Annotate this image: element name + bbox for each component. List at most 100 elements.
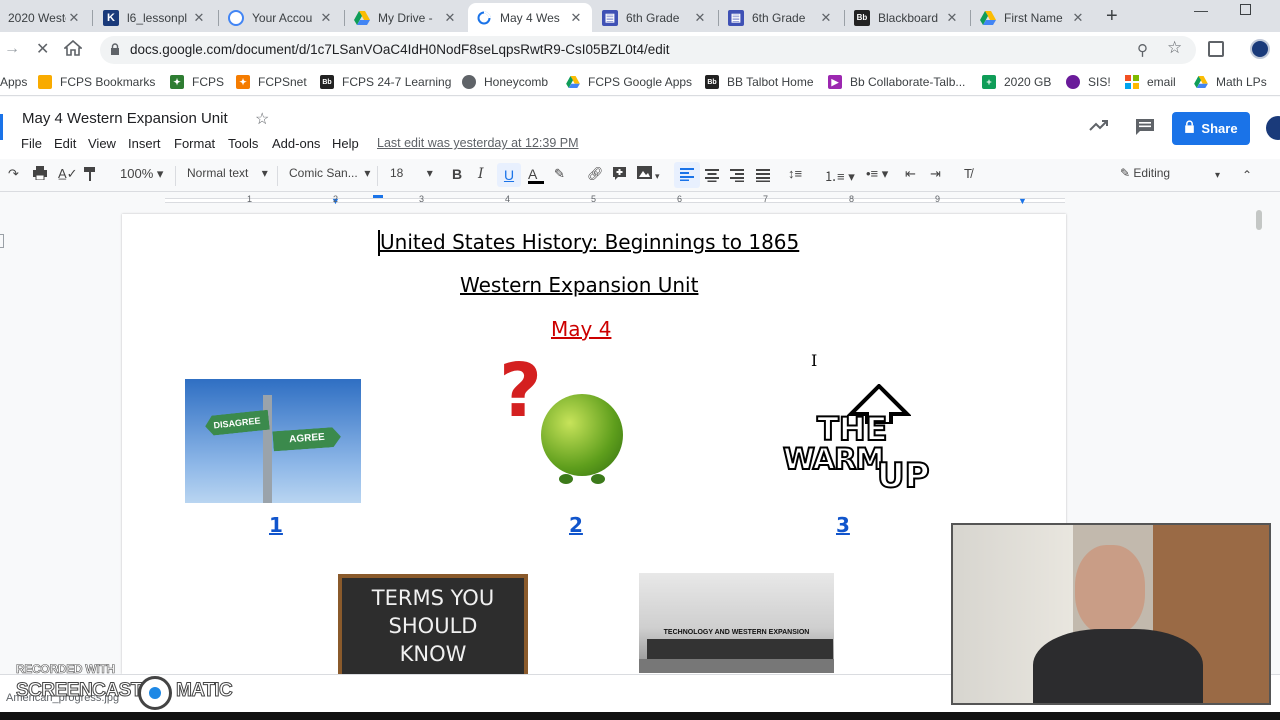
tab-9[interactable]: First Name ✕ (972, 3, 1094, 32)
close-icon[interactable]: ✕ (944, 10, 960, 26)
editing-mode-select[interactable]: ✎ Editing (1120, 166, 1170, 180)
tab-6[interactable]: ▤ 6th Grade ✕ (594, 3, 716, 32)
outline-toggle[interactable] (0, 234, 4, 248)
heading-date[interactable]: May 4 (551, 317, 611, 341)
comment-icon[interactable] (1135, 118, 1155, 139)
close-icon[interactable]: ✕ (66, 10, 82, 26)
close-icon[interactable]: ✕ (318, 10, 334, 26)
spellcheck-icon[interactable]: A̲✓ (58, 166, 78, 182)
bookmark-fcps-24-7[interactable]: Bb FCPS 24-7 Learning (320, 74, 451, 90)
chevron-down-icon[interactable]: ▾ (1215, 170, 1220, 181)
url-text[interactable]: docs.google.com/document/d/1c7LSanVOaC4I… (130, 42, 670, 57)
share-button[interactable]: Share (1172, 112, 1250, 145)
increase-indent-icon[interactable]: ⇥ (930, 166, 941, 182)
justify-icon[interactable] (756, 169, 770, 185)
bookmark-fcps-bookmarks[interactable]: FCPS Bookmarks (38, 74, 155, 90)
clear-formatting-icon[interactable]: T̸ (964, 166, 972, 181)
close-icon[interactable]: ✕ (1070, 10, 1086, 26)
underline-icon[interactable]: U (497, 163, 521, 187)
close-icon[interactable]: ✕ (568, 10, 584, 26)
text-color-icon[interactable]: A (528, 166, 544, 184)
minimize-icon[interactable]: — (1194, 2, 1208, 18)
redo-icon[interactable]: ↷ (8, 166, 19, 182)
tab-1[interactable]: 2020 Weste ✕ (0, 3, 90, 32)
lock-icon[interactable] (110, 43, 120, 59)
close-icon[interactable]: ✕ (692, 10, 708, 26)
last-edit-link[interactable]: Last edit was yesterday at 12:39 PM (377, 136, 579, 150)
close-icon[interactable]: ✕ (818, 10, 834, 26)
bookmark-email[interactable]: email (1125, 74, 1176, 90)
paint-format-icon[interactable] (83, 166, 97, 185)
menu-add-ons[interactable]: Add-ons (272, 136, 320, 151)
close-icon[interactable]: ✕ (442, 10, 458, 26)
tab-2[interactable]: K l6_lessonpl ✕ (95, 3, 215, 32)
bookmark-math-lps[interactable]: Math LPs (1194, 74, 1267, 90)
bulleted-list-icon[interactable]: •≡ ▾ (866, 166, 888, 182)
home-icon[interactable] (62, 39, 84, 59)
menu-format[interactable]: Format (174, 136, 215, 151)
close-icon[interactable]: ✕ (191, 10, 207, 26)
menu-tools[interactable]: Tools (228, 136, 258, 151)
bookmark-bb-talbot[interactable]: Bb BB Talbot Home (705, 74, 814, 90)
new-tab-button[interactable]: + (1106, 5, 1118, 28)
tab-7[interactable]: ▤ 6th Grade ✕ (720, 3, 842, 32)
bookmark-2020-gb[interactable]: +2020 GB (982, 74, 1051, 90)
tab-8[interactable]: Bb Blackboard ✕ (846, 3, 968, 32)
bookmark-bb-collaborate[interactable]: ▶ Bb Collaborate-Talb... (828, 74, 965, 90)
menu-edit[interactable]: Edit (54, 136, 76, 151)
menu-insert[interactable]: Insert (128, 136, 161, 151)
bookmark-sis[interactable]: SIS! (1066, 74, 1111, 90)
bold-icon[interactable]: B (452, 166, 462, 182)
tab-5-active[interactable]: May 4 Wes ✕ (468, 3, 592, 32)
technology-train-image[interactable]: TECHNOLOGY AND WESTERN EXPANSION (639, 573, 834, 673)
menu-help[interactable]: Help (332, 136, 359, 151)
chevron-down-icon[interactable]: ▾ (655, 171, 660, 182)
link-3[interactable]: 3 (836, 513, 850, 537)
warm-up-image[interactable]: THE WARM UP (781, 384, 931, 498)
question-globe-image[interactable]: ? (497, 348, 637, 496)
terms-chalkboard-image[interactable]: TERMS YOU SHOULD KNOW (338, 574, 528, 674)
print-icon[interactable] (32, 166, 48, 183)
heading-unit-title[interactable]: Western Expansion Unit (460, 273, 698, 297)
link-1[interactable]: 1 (269, 513, 283, 537)
first-line-indent-marker[interactable] (373, 195, 383, 198)
bookmark-apps[interactable]: Apps (0, 74, 27, 90)
line-spacing-icon[interactable]: ↕≡ (788, 166, 802, 181)
heading-course-title[interactable]: United States History: Beginnings to 186… (380, 230, 799, 254)
font-select[interactable]: Comic San... ▾ (289, 166, 370, 180)
bookmark-fcps-google-apps[interactable]: FCPS Google Apps (566, 74, 692, 90)
bookmark-fcpsnet[interactable]: ✦ FCPSnet (236, 74, 307, 90)
numbered-list-icon[interactable]: ⒈≡ ▾ (824, 166, 855, 185)
align-center-icon[interactable] (705, 169, 719, 185)
font-size-select[interactable]: 18 ▾ (390, 166, 433, 180)
scrollbar-thumb[interactable] (1256, 210, 1262, 230)
document-title[interactable]: May 4 Western Expansion Unit (22, 110, 228, 127)
stop-loading-icon[interactable]: ✕ (36, 39, 49, 59)
extension-icon[interactable] (1208, 41, 1224, 57)
zoom-select[interactable]: 100% ▾ (120, 166, 163, 182)
link-icon[interactable]: 🔗︎ (587, 166, 604, 182)
style-select[interactable]: Normal text ▾ (187, 166, 268, 180)
decrease-indent-icon[interactable]: ⇤ (905, 166, 916, 182)
link-2[interactable]: 2 (569, 513, 583, 537)
bookmark-fcps[interactable]: ✦ FCPS (170, 74, 224, 90)
align-right-icon[interactable] (730, 169, 744, 185)
forward-icon[interactable]: → (4, 40, 20, 58)
webcam-overlay[interactable] (951, 523, 1271, 705)
tab-3[interactable]: Your Accou ✕ (220, 3, 342, 32)
restore-icon[interactable] (1240, 4, 1251, 15)
chevron-up-icon[interactable]: ⌃ (1242, 168, 1252, 182)
italic-icon[interactable]: I (478, 166, 484, 182)
zoom-search-icon[interactable]: ⚲ (1137, 41, 1148, 59)
right-indent-marker[interactable]: ▼ (1018, 196, 1027, 206)
tab-4[interactable]: My Drive - ✕ (346, 3, 466, 32)
agree-disagree-image[interactable]: DISAGREE AGREE (185, 379, 361, 503)
insert-comment-icon[interactable] (612, 166, 627, 184)
menu-file[interactable]: File (21, 136, 42, 151)
profile-avatar[interactable] (1250, 39, 1270, 59)
star-icon[interactable]: ☆ (1167, 38, 1182, 58)
insert-image-icon[interactable] (637, 166, 652, 182)
align-left-button[interactable] (674, 162, 700, 188)
star-icon[interactable]: ☆ (255, 109, 269, 129)
bookmark-honeycomb[interactable]: Honeycomb (462, 74, 548, 90)
